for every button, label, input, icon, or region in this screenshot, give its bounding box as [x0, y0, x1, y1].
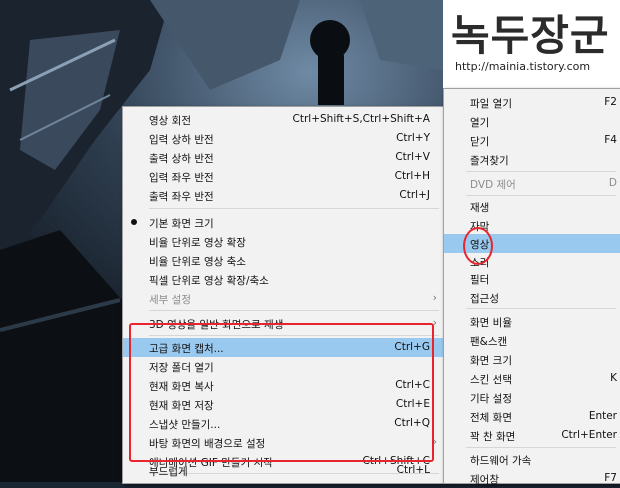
menu-item-default-size[interactable]: 기본 화면 크기 — [123, 213, 443, 232]
menu-item-set-wallpaper[interactable]: 바탕 화면의 배경으로 설정 › — [123, 433, 443, 452]
menu-item-other-settings[interactable]: 기타 설정 — [444, 388, 620, 407]
menu-item-detail-settings: 세부 설정 › — [149, 291, 437, 306]
menu-item-pixel-zoom[interactable]: 픽셀 단위로 영상 확장/축소 — [123, 270, 443, 289]
watermark-title: 녹두장군 — [451, 11, 610, 60]
watermark-url: http://mainia.tistory.com — [455, 60, 591, 73]
menu-item-play[interactable]: 재생 — [444, 197, 620, 216]
watermark: 녹두장군 http://mainia.tistory.com — [443, 0, 620, 88]
menu-item-save-frame[interactable]: 현재 화면 저장 Ctrl+E — [123, 395, 443, 414]
submenu-arrow-icon: › — [432, 291, 437, 304]
menu-item-advanced-capture[interactable]: 고급 화면 캡처... Ctrl+G — [123, 338, 443, 357]
menu-item-accessibility[interactable]: 접근성 — [444, 288, 620, 307]
menu-item-pan-scan[interactable]: 팬&스캔 — [444, 331, 620, 350]
submenu-arrow-icon: › — [432, 316, 437, 329]
menu-item-close[interactable]: 닫기 F4 — [444, 131, 620, 150]
menu-item-control-window[interactable]: 제어창 F7 — [444, 469, 620, 488]
menu-item-open[interactable]: 열기 — [444, 112, 620, 131]
menu-item-ratio-zoom-out[interactable]: 비율 단위로 영상 축소 — [123, 251, 443, 270]
menu-item-screen-size[interactable]: 화면 크기 — [444, 350, 620, 369]
menu-item-filter[interactable]: 필터 — [444, 269, 620, 288]
video-submenu: 영상 회전 Ctrl+Shift+S,Ctrl+Shift+A 입력 상하 반전 C… — [122, 106, 444, 484]
menu-separator — [149, 335, 439, 336]
menu-separator — [466, 195, 616, 196]
menu-item-input-hflip[interactable]: 입력 좌우 반전 Ctrl+H — [123, 167, 443, 186]
menu-item-make-snapshot[interactable]: 스냅샷 만들기... Ctrl+Q — [123, 414, 443, 433]
menu-item-fill-screen[interactable]: 꽉 찬 화면 Ctrl+Enter — [444, 426, 620, 445]
menu-separator — [466, 308, 616, 309]
menu-item-copy-frame[interactable]: 현재 화면 복사 Ctrl+C — [123, 376, 443, 395]
menu-item-output-vflip[interactable]: 출력 상하 반전 Ctrl+V — [123, 148, 443, 167]
checked-bullet-icon — [131, 219, 137, 225]
menu-item-hw-accel[interactable]: 하드웨어 가속 — [444, 450, 620, 469]
menu-item-open-file[interactable]: 파일 열기 F2 — [444, 93, 620, 112]
menu-item-input-vflip[interactable]: 입력 상하 반전 Ctrl+Y — [123, 129, 443, 148]
menu-separator — [466, 447, 616, 448]
menu-item-fullscreen[interactable]: 전체 화면 Enter — [444, 407, 620, 426]
menu-separator — [466, 171, 616, 172]
menu-item-subtitle[interactable]: 자막 — [444, 216, 620, 235]
menu-item-ratio-zoom-in[interactable]: 비율 단위로 영상 확장 — [123, 232, 443, 251]
menu-item-favorites[interactable]: 즐겨찾기 — [444, 150, 620, 169]
menu-item-3d-to-2d[interactable]: 3D 영상을 일반 화면으로 재생 › — [123, 314, 443, 333]
menu-item-video-rotate[interactable]: 영상 회전 Ctrl+Shift+S,Ctrl+Shift+A — [123, 110, 443, 129]
menu-item-output-hflip[interactable]: 출력 좌우 반전 Ctrl+J — [123, 186, 443, 205]
menu-item-aspect-ratio[interactable]: 화면 비율 — [444, 312, 620, 331]
submenu-arrow-icon: › — [432, 435, 437, 448]
menu-item-video[interactable]: 영상 — [444, 234, 620, 253]
main-context-menu: 파일 열기 F2 열기 닫기 F4 즐겨찾기 DVD 제어 D 재생 자막 영상 소리… — [443, 88, 620, 486]
menu-item-smooth[interactable]: 부드럽게 Ctrl+L — [123, 461, 443, 480]
menu-separator — [149, 310, 439, 311]
menu-item-open-save-folder[interactable]: 저장 폴더 열기 — [123, 357, 443, 376]
menu-separator — [149, 208, 439, 209]
menu-item-dvd-control: DVD 제어 D — [470, 177, 617, 191]
menu-item-skin[interactable]: 스킨 선택 K — [444, 369, 620, 388]
